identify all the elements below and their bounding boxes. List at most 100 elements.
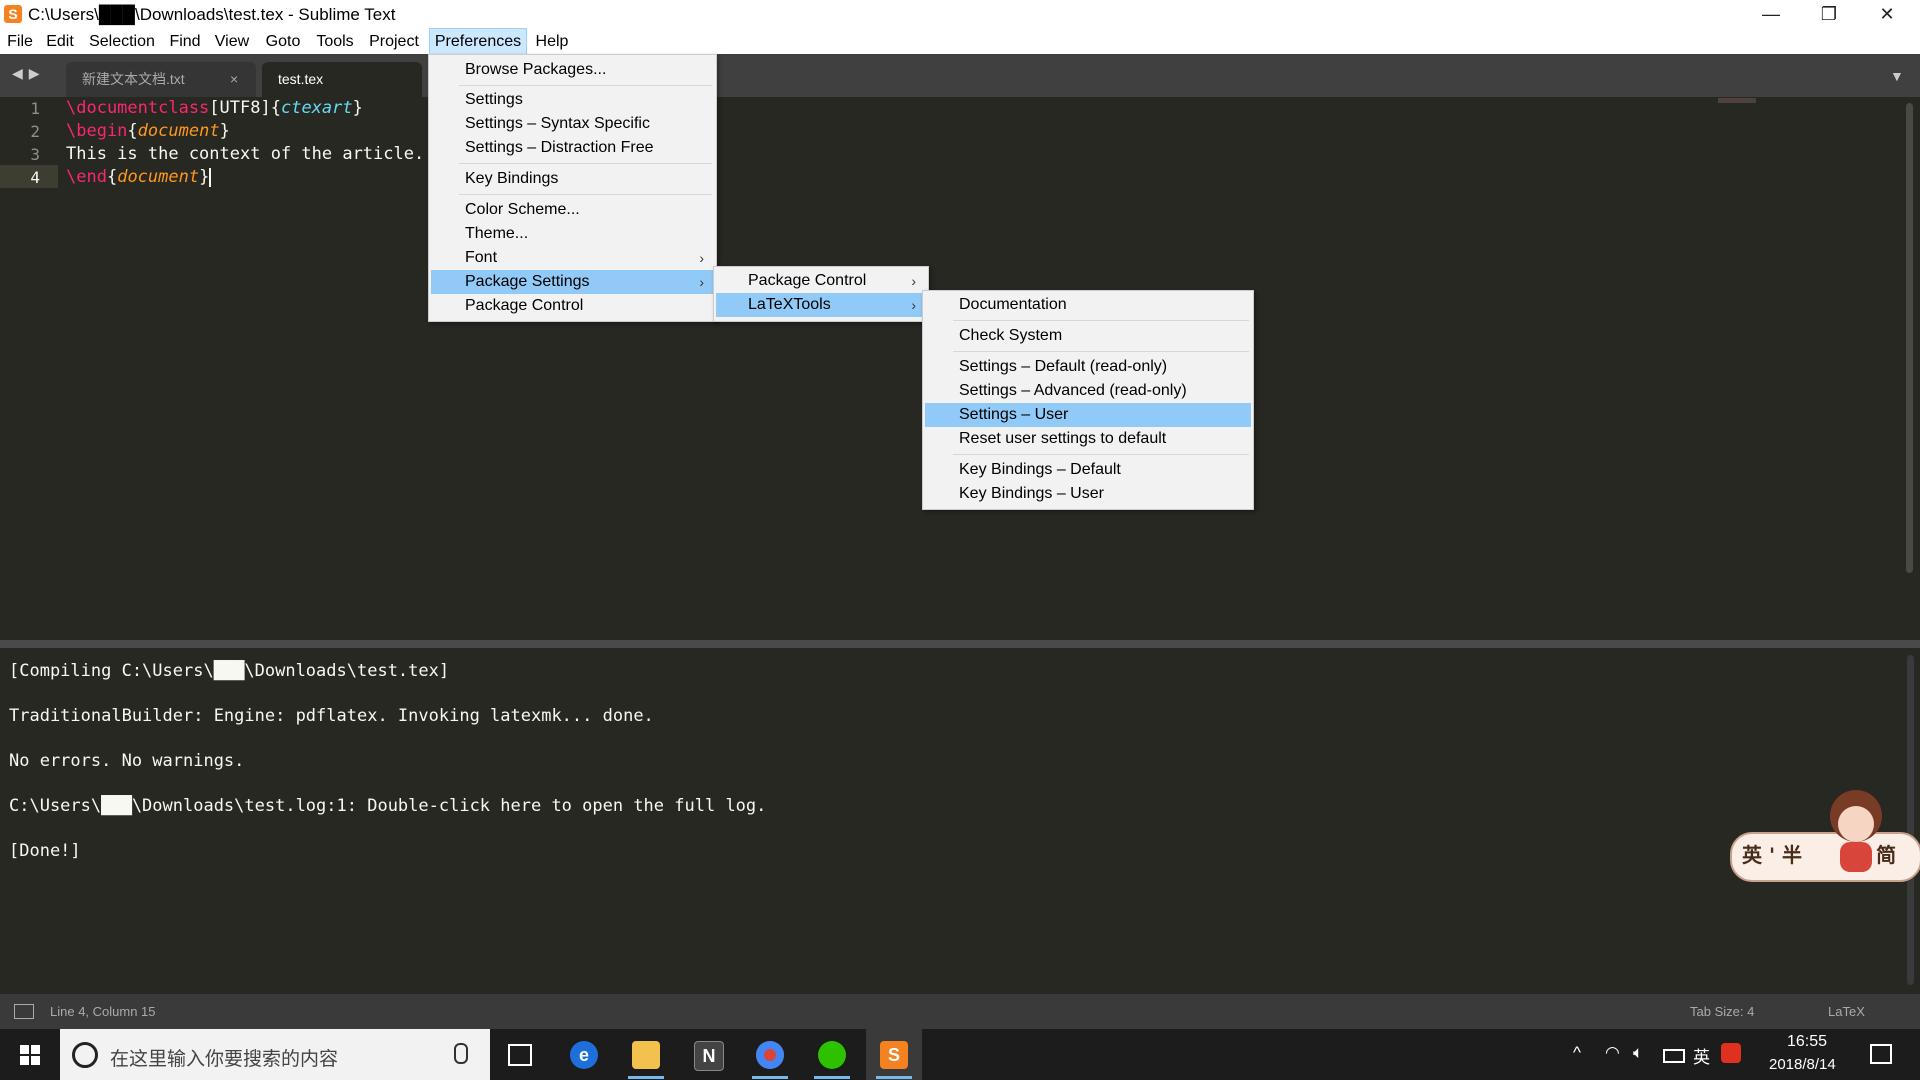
notification-icon[interactable] bbox=[1870, 1044, 1892, 1064]
menu-item-label: Check System bbox=[959, 327, 1063, 344]
menu-key-bindings-default[interactable]: Key Bindings – Default bbox=[925, 458, 1251, 482]
tab-bar: ◀▶ 新建文本文档.txt × test.tex ▼ bbox=[0, 54, 1920, 97]
output-line: TraditionalBuilder: Engine: pdflatex. In… bbox=[9, 706, 654, 726]
menu-separator bbox=[459, 194, 712, 195]
ime-language[interactable]: 英 bbox=[1693, 1043, 1710, 1068]
edge-button[interactable]: e bbox=[556, 1029, 612, 1080]
menu-settings-default[interactable]: Settings – Default (read-only) bbox=[925, 355, 1251, 379]
code-line-4[interactable]: \end{document} bbox=[66, 166, 212, 189]
menu-project[interactable]: Project bbox=[362, 29, 426, 54]
windows-logo-icon bbox=[31, 1056, 40, 1065]
menu-settings-advanced[interactable]: Settings – Advanced (read-only) bbox=[925, 379, 1251, 403]
minimap[interactable] bbox=[1718, 98, 1756, 103]
submenu-latextools[interactable]: LaTeXTools › bbox=[716, 293, 926, 317]
tab-nav-arrows-icon[interactable]: ◀▶ bbox=[12, 65, 46, 82]
restore-button[interactable]: ❐ bbox=[1800, 0, 1858, 29]
tray-chevron-icon[interactable]: ^ bbox=[1573, 1043, 1581, 1063]
microphone-icon[interactable] bbox=[454, 1043, 468, 1064]
menu-settings[interactable]: Settings bbox=[431, 88, 714, 112]
menu-settings-user[interactable]: Settings – User bbox=[925, 403, 1251, 427]
preferences-menu: Browse Packages... Settings Settings – S… bbox=[428, 54, 717, 322]
menu-font[interactable]: Font › bbox=[431, 246, 714, 270]
menu-item-label: Settings – Distraction Free bbox=[465, 139, 654, 156]
menu-documentation[interactable]: Documentation bbox=[925, 293, 1251, 317]
menu-edit[interactable]: Edit bbox=[40, 29, 80, 54]
menu-help[interactable]: Help bbox=[528, 29, 576, 54]
taskbar-search[interactable]: 在这里输入你要搜索的内容 bbox=[60, 1029, 490, 1080]
wechat-button[interactable] bbox=[804, 1029, 860, 1080]
file-explorer-button[interactable] bbox=[618, 1029, 674, 1080]
menu-package-control[interactable]: Package Control bbox=[431, 294, 714, 318]
search-placeholder: 在这里输入你要搜索的内容 bbox=[110, 1048, 339, 1070]
submenu-package-control[interactable]: Package Control › bbox=[716, 269, 926, 293]
sublime-text-icon: S bbox=[4, 5, 22, 23]
menu-theme[interactable]: Theme... bbox=[431, 222, 714, 246]
chrome-button[interactable] bbox=[742, 1029, 798, 1080]
start-button[interactable] bbox=[0, 1029, 60, 1080]
wechat-icon bbox=[818, 1041, 846, 1069]
edge-icon: e bbox=[570, 1041, 598, 1069]
menu-color-scheme[interactable]: Color Scheme... bbox=[431, 198, 714, 222]
close-button[interactable]: ✕ bbox=[1858, 0, 1916, 29]
menu-item-label: Package Control bbox=[465, 297, 584, 314]
tab-size-selector[interactable]: Tab Size: 4 bbox=[1690, 1004, 1754, 1019]
menu-file[interactable]: File bbox=[2, 29, 38, 54]
menu-check-system[interactable]: Check System bbox=[925, 324, 1251, 348]
window-title: C:\Users\███\Downloads\test.tex - Sublim… bbox=[28, 5, 396, 24]
menu-goto[interactable]: Goto bbox=[258, 29, 308, 54]
taskbar: 在这里输入你要搜索的内容 e N S ^ ◠ 🔈︎ 英 16:55 2018/8… bbox=[0, 1029, 1920, 1080]
tab-close-icon[interactable]: × bbox=[230, 62, 238, 97]
menu-settings-distraction-free[interactable]: Settings – Distraction Free bbox=[431, 136, 714, 160]
task-view-button[interactable] bbox=[492, 1029, 548, 1080]
battery-icon[interactable] bbox=[1663, 1049, 1685, 1063]
code-line-1[interactable]: \documentclass[UTF8]{ctexart} bbox=[66, 97, 363, 120]
status-bar: Line 4, Column 15 Tab Size: 4 LaTeX bbox=[0, 994, 1920, 1029]
code-line-3[interactable]: This is the context of the article. bbox=[66, 143, 424, 166]
text-caret bbox=[209, 167, 212, 187]
build-output-panel[interactable]: [Compiling C:\Users\███\Downloads\test.t… bbox=[3, 648, 1917, 994]
latex-argument: ctexart bbox=[280, 98, 353, 118]
menu-preferences[interactable]: Preferences bbox=[429, 28, 527, 55]
editor-scrollbar[interactable] bbox=[1906, 103, 1913, 573]
menu-key-bindings[interactable]: Key Bindings bbox=[431, 167, 714, 191]
cortana-icon bbox=[72, 1042, 98, 1068]
tab-test-tex[interactable]: test.tex bbox=[262, 62, 422, 97]
sogou-ime-icon[interactable] bbox=[1721, 1043, 1741, 1063]
tabs-dropdown-icon[interactable]: ▼ bbox=[1890, 68, 1904, 84]
menu-reset-user-settings[interactable]: Reset user settings to default bbox=[925, 427, 1251, 451]
ime-mascot-icon bbox=[1830, 790, 1882, 872]
menu-package-settings[interactable]: Package Settings › bbox=[431, 270, 714, 294]
menu-browse-packages[interactable]: Browse Packages... bbox=[431, 58, 714, 82]
running-indicator bbox=[814, 1076, 850, 1079]
running-indicator bbox=[628, 1076, 664, 1079]
volume-icon[interactable]: 🔈︎ bbox=[1633, 1043, 1643, 1063]
menu-item-label: Settings – User bbox=[959, 406, 1069, 423]
clock-time[interactable]: 16:55 bbox=[1787, 1033, 1827, 1051]
menu-settings-syntax-specific[interactable]: Settings – Syntax Specific bbox=[431, 112, 714, 136]
menu-tools[interactable]: Tools bbox=[310, 29, 360, 54]
wifi-icon[interactable]: ◠ bbox=[1605, 1043, 1620, 1063]
menu-separator bbox=[953, 454, 1249, 455]
panel-toggle-icon[interactable] bbox=[14, 1004, 34, 1019]
sublime-text-button[interactable]: S bbox=[866, 1029, 922, 1080]
output-line: [Done!] bbox=[9, 841, 81, 861]
latex-environment: document bbox=[117, 167, 200, 187]
tab-new-text-document[interactable]: 新建文本文档.txt × bbox=[66, 62, 256, 97]
package-settings-submenu: Package Control › LaTeXTools › bbox=[713, 266, 929, 322]
menu-selection[interactable]: Selection bbox=[82, 29, 162, 54]
output-log-link[interactable]: C:\Users\███\Downloads\test.log:1: Doubl… bbox=[9, 795, 766, 818]
syntax-selector[interactable]: LaTeX bbox=[1828, 1004, 1865, 1019]
menu-view[interactable]: View bbox=[208, 29, 256, 54]
menu-key-bindings-user[interactable]: Key Bindings – User bbox=[925, 482, 1251, 506]
notion-button[interactable]: N bbox=[680, 1029, 736, 1080]
line-number: 3 bbox=[30, 145, 40, 164]
clock-date[interactable]: 2018/8/14 bbox=[1769, 1056, 1836, 1073]
code-line-2[interactable]: \begin{document} bbox=[66, 120, 230, 143]
minimize-button[interactable]: — bbox=[1742, 0, 1800, 29]
panel-divider[interactable] bbox=[0, 640, 1920, 648]
output-scrollbar[interactable] bbox=[1907, 655, 1914, 985]
submenu-arrow-icon: › bbox=[911, 273, 916, 289]
menu-item-label: Key Bindings – User bbox=[959, 485, 1104, 502]
menu-find[interactable]: Find bbox=[164, 29, 206, 54]
line-number: 1 bbox=[30, 99, 40, 118]
